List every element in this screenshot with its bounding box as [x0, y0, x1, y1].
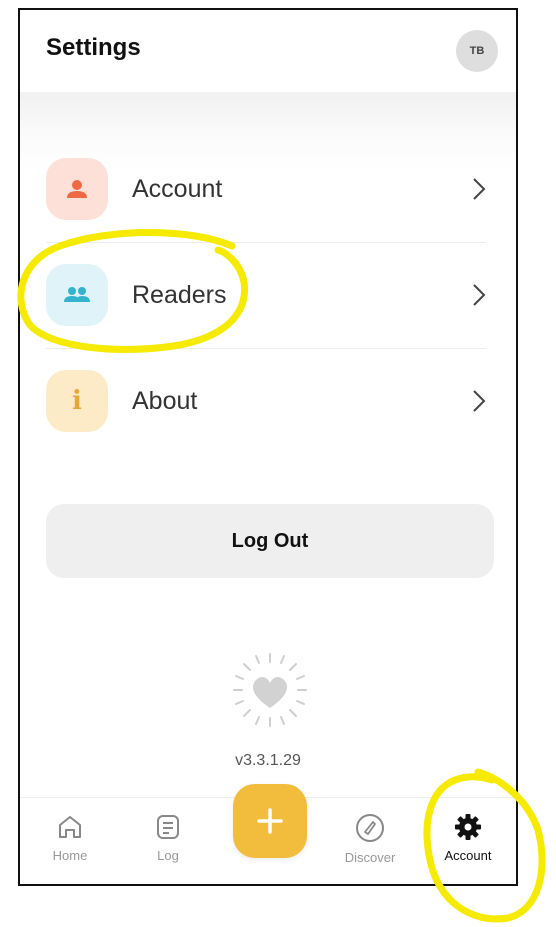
log-icon — [157, 815, 179, 839]
tab-label: Discover — [344, 850, 396, 865]
logout-button[interactable]: Log Out — [46, 504, 494, 578]
home-icon — [59, 816, 81, 838]
settings-menu: Account Readers i About — [46, 136, 486, 454]
tab-log[interactable]: Log — [128, 812, 208, 863]
info-icon: i — [46, 370, 108, 432]
menu-item-account[interactable]: Account — [46, 136, 486, 242]
people-icon — [46, 264, 108, 326]
menu-item-label: About — [132, 386, 198, 415]
tab-label: Log — [157, 848, 179, 863]
plus-icon — [257, 808, 283, 834]
menu-item-about[interactable]: i About — [46, 348, 486, 454]
settings-content: Account Readers i About Log Out v3.3.1.2… — [20, 92, 516, 798]
page-title: Settings — [46, 34, 141, 61]
person-icon — [46, 158, 108, 220]
tab-home[interactable]: Home — [30, 812, 110, 863]
info-glyph: i — [72, 386, 82, 416]
avatar[interactable]: TB — [456, 30, 498, 72]
tab-label: Home — [52, 848, 88, 863]
menu-item-readers[interactable]: Readers — [46, 242, 486, 348]
phone-screen: Settings TB Account Readers i About Log … — [18, 8, 518, 886]
heart-logo-icon — [233, 653, 307, 727]
chevron-right-icon — [473, 390, 486, 412]
chevron-right-icon — [473, 284, 486, 306]
tab-account[interactable]: Account — [428, 812, 508, 863]
tab-bar: Home Log Discover Account — [20, 784, 516, 884]
menu-item-label: Account — [132, 174, 223, 203]
gear-icon — [455, 814, 481, 840]
version-label: v3.3.1.29 — [235, 752, 301, 769]
tab-label: Account — [444, 848, 492, 863]
tab-discover[interactable]: Discover — [330, 812, 410, 865]
add-button[interactable] — [233, 784, 307, 858]
header: Settings TB — [20, 10, 516, 92]
chevron-right-icon — [473, 178, 486, 200]
menu-item-label: Readers — [132, 280, 227, 309]
compass-icon — [356, 814, 384, 842]
